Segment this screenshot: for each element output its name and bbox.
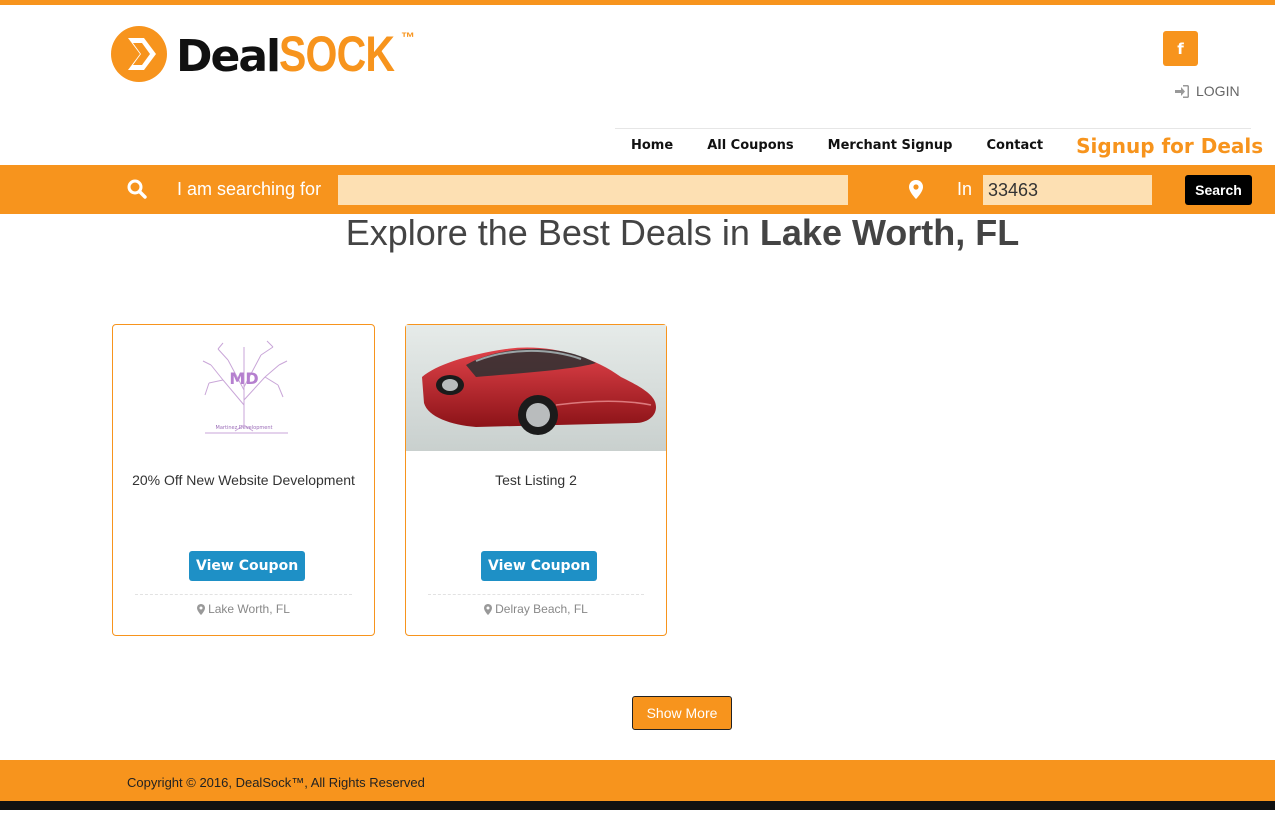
listing-location-text: Delray Beach, FL (495, 602, 588, 616)
show-more-button[interactable]: Show More (632, 696, 732, 730)
listing-image: MD Martinez Development (113, 325, 374, 451)
listing-image (406, 325, 666, 451)
bottom-bar (0, 801, 1275, 810)
martinez-development-logo: MD Martinez Development (202, 340, 288, 434)
page-title-location: Lake Worth, FL (759, 212, 1020, 253)
zip-code-input[interactable] (983, 175, 1152, 205)
logo-deal-text: Deal (176, 31, 281, 82)
copyright-text: Copyright © 2016, DealSock™, All Rights … (127, 775, 425, 790)
map-marker-icon (197, 603, 206, 615)
dealsock-logo[interactable]: DealSOCK ™ (111, 25, 420, 83)
search-input[interactable] (338, 175, 848, 205)
listing-card[interactable]: MD Martinez Development 20% Off New Webs… (112, 324, 375, 636)
login-link[interactable]: LOGIN (1175, 83, 1240, 99)
page-title-prefix: Explore the Best Deals in (345, 212, 760, 253)
view-coupon-button[interactable]: View Coupon (189, 551, 306, 581)
nav-merchant-signup[interactable]: Merchant Signup (828, 138, 953, 153)
card-divider (428, 594, 644, 595)
nav-signup-for-deals[interactable]: Signup for Deals (1076, 134, 1263, 158)
listing-title[interactable]: 20% Off New Website Development (123, 472, 364, 489)
search-label: I am searching for (177, 179, 322, 199)
listing-title[interactable]: Test Listing 2 (416, 472, 656, 489)
top-accent-bar (0, 0, 1275, 5)
search-button[interactable]: Search (1185, 175, 1252, 205)
listing-card[interactable]: Test Listing 2 View Coupon Delray Beach,… (405, 324, 667, 636)
listing-location: Delray Beach, FL (406, 602, 666, 616)
nav-all-coupons[interactable]: All Coupons (707, 138, 793, 153)
facebook-icon: f (1177, 39, 1184, 58)
footer: Copyright © 2016, DealSock™, All Rights … (0, 760, 1275, 801)
nav-home[interactable]: Home (631, 138, 673, 153)
login-label: LOGIN (1196, 83, 1240, 99)
logo-arrow-icon (111, 26, 167, 82)
red-concept-car-photo (406, 325, 666, 451)
listing-location-text: Lake Worth, FL (208, 602, 290, 616)
logo-wordmark: DealSOCK (176, 29, 420, 79)
view-coupon-button[interactable]: View Coupon (481, 551, 598, 581)
logo-caption: Martinez Development (216, 425, 273, 431)
search-bar: I am searching for In Search (0, 165, 1275, 214)
logo-trademark: ™ (401, 29, 415, 45)
page-title: Explore the Best Deals in Lake Worth, FL (0, 212, 1275, 254)
listing-location: Lake Worth, FL (113, 602, 374, 616)
logo-sock-text: SOCK (279, 26, 395, 82)
main-nav: Home All Coupons Merchant Signup Contact… (615, 128, 1263, 162)
search-icon (127, 179, 147, 199)
logo-initials: MD (229, 369, 258, 388)
map-marker-icon (484, 603, 493, 615)
sign-in-icon (1175, 84, 1189, 98)
card-divider (135, 594, 352, 595)
location-in-label: In (957, 179, 973, 199)
facebook-button[interactable]: f (1163, 31, 1198, 66)
location-pin-icon (909, 180, 923, 199)
nav-contact[interactable]: Contact (987, 138, 1044, 153)
